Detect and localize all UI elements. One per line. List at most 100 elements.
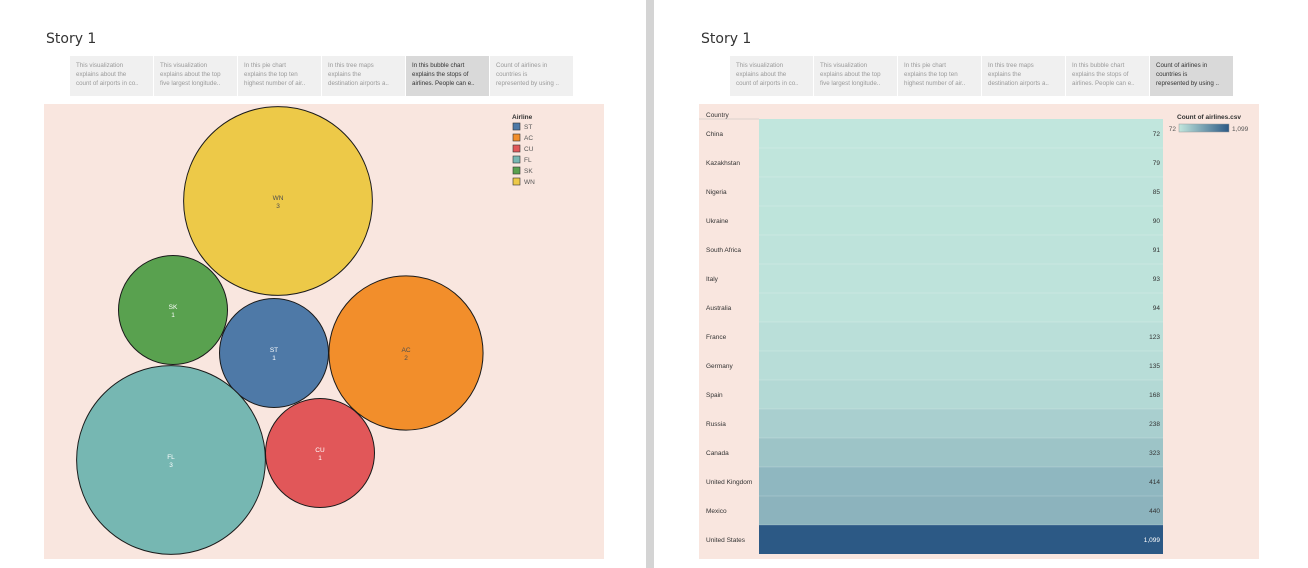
- bubble-chart: ST 1 AC 2 CU 1 FL 3 SK 1 WN 3 Airline ST AC CU FL SK WN: [44, 104, 604, 559]
- story-title: Story 1: [46, 31, 97, 47]
- heatmap-cell[interactable]: [759, 293, 1163, 322]
- story-point-caption-line: countries is: [1156, 70, 1188, 78]
- bubble-ac[interactable]: AC2: [328, 275, 484, 431]
- bubble-label: ST: [270, 347, 278, 354]
- story-point-caption-line: countries is: [496, 70, 528, 78]
- story-point-caption-line: airlines. People can e..: [412, 79, 475, 87]
- heatmap-row[interactable]: Nigeria 85: [706, 176, 1163, 206]
- bubble-sk[interactable]: SK1: [118, 255, 228, 365]
- bubble-wn[interactable]: WN3: [183, 106, 373, 296]
- heatmap-row[interactable]: United States 1,099: [706, 524, 1163, 554]
- story-point-3[interactable]: In this pie chart explains the top ten hig…: [898, 56, 981, 96]
- heatmap-cell[interactable]: [759, 235, 1163, 264]
- legend-swatch: [512, 122, 521, 131]
- heatmap-cell[interactable]: [759, 438, 1163, 467]
- story-point-5[interactable]: In this bubble chart explains the stops o…: [406, 56, 489, 96]
- legend-swatch: [512, 144, 521, 153]
- story-point-caption-line: explains the top ten: [904, 70, 958, 78]
- country-label: China: [706, 131, 723, 138]
- story-point-caption-line: This visualization: [160, 62, 208, 69]
- country-label: France: [706, 334, 727, 341]
- story-point-1[interactable]: This visualization explains about the coun…: [70, 56, 153, 96]
- story-point-caption-line: explains the: [988, 70, 1022, 78]
- story-navigator: This visualization explains about the coun…: [730, 56, 1233, 96]
- heatmap-row[interactable]: Germany 135: [706, 350, 1163, 380]
- story-title: Story 1: [701, 31, 752, 47]
- heatmap-cell[interactable]: [759, 467, 1163, 496]
- heatmap-cell[interactable]: [759, 351, 1163, 380]
- story-point-6[interactable]: Count of airlines in countries is represen…: [1150, 56, 1233, 96]
- legend-swatch: [512, 166, 521, 175]
- bubble-label: WN: [273, 195, 284, 202]
- cell-value-label: 79: [1153, 160, 1161, 167]
- bubble-chart-svg: ST1AC2CU1FL3SK1WN3AirlineSTACCUFLSKWN: [76, 106, 535, 555]
- story-point-2[interactable]: This visualization explains about the top…: [814, 56, 897, 96]
- heatmap-row[interactable]: Spain 168: [706, 379, 1163, 409]
- legend-swatch: [512, 177, 521, 186]
- cell-value-label: 85: [1153, 189, 1161, 196]
- bubble-value-label: 1: [318, 455, 322, 462]
- country-label: Italy: [706, 276, 719, 283]
- story-point-caption-line: In this bubble chart: [412, 62, 465, 69]
- country-label: Australia: [706, 305, 732, 312]
- heatmap-cell[interactable]: [759, 177, 1163, 206]
- story-point-caption-line: explains the stops of: [1072, 70, 1129, 78]
- cell-value-label: 135: [1149, 363, 1160, 370]
- heatmap-row[interactable]: Canada 323: [706, 437, 1163, 467]
- heatmap-cell[interactable]: [759, 264, 1163, 293]
- heatmap-cell[interactable]: [759, 496, 1163, 525]
- story-point-caption-line: explains about the: [736, 70, 787, 78]
- legend-item-cu[interactable]: CU: [512, 144, 534, 153]
- legend-swatch: [512, 133, 521, 142]
- cell-value-label: 414: [1149, 479, 1160, 486]
- story-point-caption-line: destination airports a..: [328, 79, 389, 87]
- story-point-1[interactable]: This visualization explains about the coun…: [730, 56, 813, 96]
- heatmap-cell[interactable]: [759, 380, 1163, 409]
- country-label: Russia: [706, 421, 726, 428]
- legend-title: Airline: [512, 114, 533, 121]
- heatmap-cell[interactable]: [759, 148, 1163, 177]
- heatmap-row[interactable]: France 123: [706, 321, 1163, 351]
- heatmap-cell[interactable]: [759, 119, 1163, 148]
- heatmap-row[interactable]: Russia 238: [706, 408, 1163, 438]
- legend-label: FL: [524, 157, 532, 164]
- heatmap-cell[interactable]: [759, 322, 1163, 351]
- heatmap-row[interactable]: Australia 94: [706, 292, 1163, 322]
- bubble-fl[interactable]: FL3: [76, 365, 266, 555]
- story-point-caption-line: five largest longitude..: [820, 79, 881, 87]
- heatmap-row[interactable]: Italy 93: [706, 263, 1163, 293]
- story-point-3[interactable]: In this pie chart explains the top ten hig…: [238, 56, 321, 96]
- row-header: Country: [706, 112, 730, 119]
- story-point-6[interactable]: Count of airlines in countries is represen…: [490, 56, 573, 96]
- story-point-5[interactable]: In this bubble chart explains the stops o…: [1066, 56, 1149, 96]
- story-point-caption-line: highest number of air..: [244, 79, 306, 87]
- story-point-caption-line: count of airports in co..: [736, 79, 799, 87]
- legend-item-st[interactable]: ST: [512, 122, 532, 131]
- bubble-cu[interactable]: CU1: [265, 398, 375, 508]
- story-point-caption-line: explains about the top: [820, 70, 881, 78]
- story-point-caption-line: represented by using ..: [496, 79, 559, 87]
- legend-item-sk[interactable]: SK: [512, 166, 533, 175]
- heatmap-cell[interactable]: [759, 409, 1163, 438]
- heatmap-row[interactable]: Ukraine 90: [706, 205, 1163, 235]
- bubble-value-label: 2: [404, 355, 408, 362]
- heatmap-row[interactable]: China 72: [706, 119, 1163, 148]
- heatmap-cell[interactable]: [759, 525, 1163, 554]
- story-point-4[interactable]: In this tree maps explains the destination…: [982, 56, 1065, 96]
- heatmap-row[interactable]: Kazakhstan 79: [706, 147, 1163, 177]
- legend-item-fl[interactable]: FL: [512, 155, 532, 164]
- story-point-2[interactable]: This visualization explains about the top…: [154, 56, 237, 96]
- story-point-caption-line: In this tree maps: [988, 62, 1034, 69]
- heatmap-row[interactable]: United Kingdom 414: [706, 466, 1163, 496]
- heatmap-cell[interactable]: [759, 206, 1163, 235]
- color-legend: Count of airlines.csv72 1,099: [1169, 114, 1249, 133]
- heatmap-row[interactable]: South Africa 91: [706, 234, 1163, 264]
- story-point-caption-line: five largest longitude..: [160, 79, 221, 87]
- country-label: United States: [706, 537, 746, 544]
- legend-item-ac[interactable]: AC: [512, 133, 533, 142]
- heatmap-row[interactable]: Mexico 440: [706, 495, 1163, 525]
- cell-value-label: 323: [1149, 450, 1160, 457]
- story-point-4[interactable]: In this tree maps explains the destination…: [322, 56, 405, 96]
- country-label: Germany: [706, 363, 733, 370]
- legend-item-wn[interactable]: WN: [512, 177, 535, 186]
